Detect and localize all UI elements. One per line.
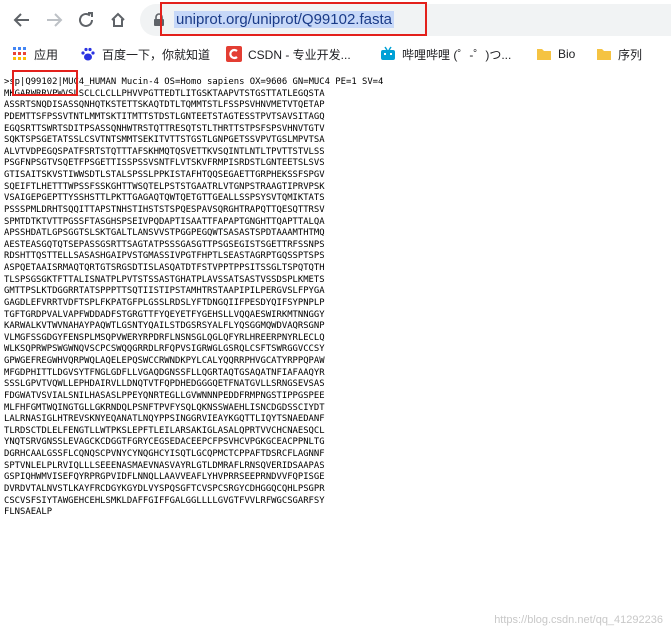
apps-grid-icon (12, 46, 28, 62)
folder-icon (596, 46, 612, 62)
bookmark-label: 百度一下，你就知道 (102, 47, 211, 62)
page-content: >sp|Q99102|MUC4_HUMAN Mucin-4 OS=Homo sa… (0, 68, 671, 630)
bookmark-apps[interactable]: 应用 (12, 44, 58, 64)
forward-arrow-icon[interactable] (42, 8, 66, 32)
baidu-paw-icon (80, 46, 96, 62)
url-text[interactable]: uniprot.org/uniprot/Q99102.fasta (174, 9, 394, 31)
bilibili-tv-icon (380, 46, 396, 62)
bookmark-csdn[interactable]: CSDN - 专业开发... (226, 44, 351, 64)
fasta-accession: Q99102 (25, 77, 58, 87)
watermark-text: https://blog.csdn.net/qq_41292236 (494, 614, 663, 626)
bookmark-bio[interactable]: Bio (536, 44, 575, 64)
fasta-header-description: |MUC4_HUMAN Mucin-4 OS=Homo sapiens OX=9… (57, 77, 384, 87)
browser-toolbar: uniprot.org/uniprot/Q99102.fasta (0, 0, 671, 40)
bookmark-baidu[interactable]: 百度一下，你就知道 (80, 44, 210, 64)
folder-icon (536, 46, 552, 62)
back-arrow-icon[interactable] (10, 8, 34, 32)
fasta-text: >sp|Q99102|MUC4_HUMAN Mucin-4 OS=Homo sa… (4, 77, 654, 519)
fasta-header-prefix: >sp| (4, 77, 26, 87)
home-icon[interactable] (106, 8, 130, 32)
fasta-sequence: MKGARWRRVPWVSLSCLCLCLLPHVVPGTTEDTLITGSKT… (4, 88, 325, 518)
bookmark-label: CSDN - 专业开发... (248, 47, 351, 62)
bookmark-sequence[interactable]: 序列 (596, 44, 642, 64)
bookmark-label: 哔哩哔哩 (゜-゜)つ... (402, 47, 512, 62)
lock-icon (152, 13, 166, 27)
bookmarks-bar: 应用 百度一下，你就知道 CSDN - 专业开发... 哔哩哔哩 (゜-゜)つ.… (0, 40, 671, 69)
url-selection: uniprot.org/uniprot/Q99102.fasta (174, 11, 394, 28)
csdn-logo-icon (226, 46, 242, 62)
bookmark-bilibili[interactable]: 哔哩哔哩 (゜-゜)つ... (380, 44, 511, 64)
bookmark-label: 应用 (34, 47, 59, 62)
reload-icon[interactable] (74, 8, 98, 32)
bookmark-label: 序列 (618, 47, 643, 62)
bookmark-label: Bio (558, 47, 576, 61)
address-bar[interactable]: uniprot.org/uniprot/Q99102.fasta (140, 4, 671, 36)
